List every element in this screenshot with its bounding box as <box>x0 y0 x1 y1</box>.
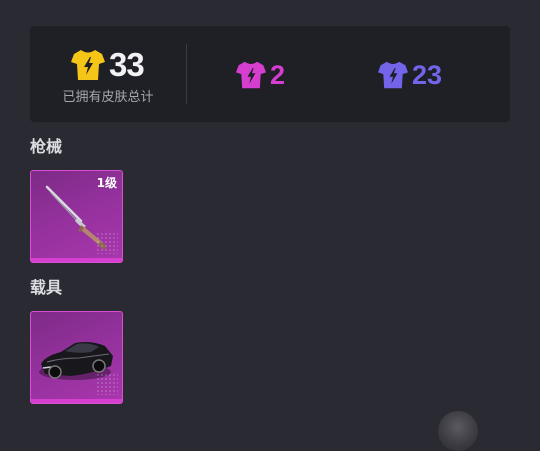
total-count: 33 <box>109 46 145 83</box>
divider <box>186 44 187 104</box>
card-pattern <box>96 373 118 395</box>
section-title-weapons: 枪械 <box>30 137 63 156</box>
purple-count: 23 <box>412 60 443 90</box>
total-skins-stat: 33 已拥有皮肤总计 <box>52 46 164 106</box>
skin-summary-panel: 33 已拥有皮肤总计 2 23 <box>30 26 510 122</box>
pink-tshirt-icon <box>236 61 266 89</box>
card-pattern <box>96 232 118 254</box>
total-skins-label: 已拥有皮肤总计 <box>62 90 154 105</box>
purple-tshirt-icon <box>378 61 408 89</box>
pink-skins-stat: 2 <box>235 58 285 92</box>
section-title-vehicles: 载具 <box>30 278 63 297</box>
weapon-skin-card[interactable]: 1级 <box>30 170 123 263</box>
purple-skins-stat: 23 <box>377 58 442 92</box>
gold-tshirt-icon <box>71 50 105 80</box>
avatar[interactable] <box>438 411 478 451</box>
level-badge: 1级 <box>96 176 117 190</box>
pink-count: 2 <box>270 60 286 90</box>
vehicle-skin-card[interactable] <box>30 311 123 404</box>
